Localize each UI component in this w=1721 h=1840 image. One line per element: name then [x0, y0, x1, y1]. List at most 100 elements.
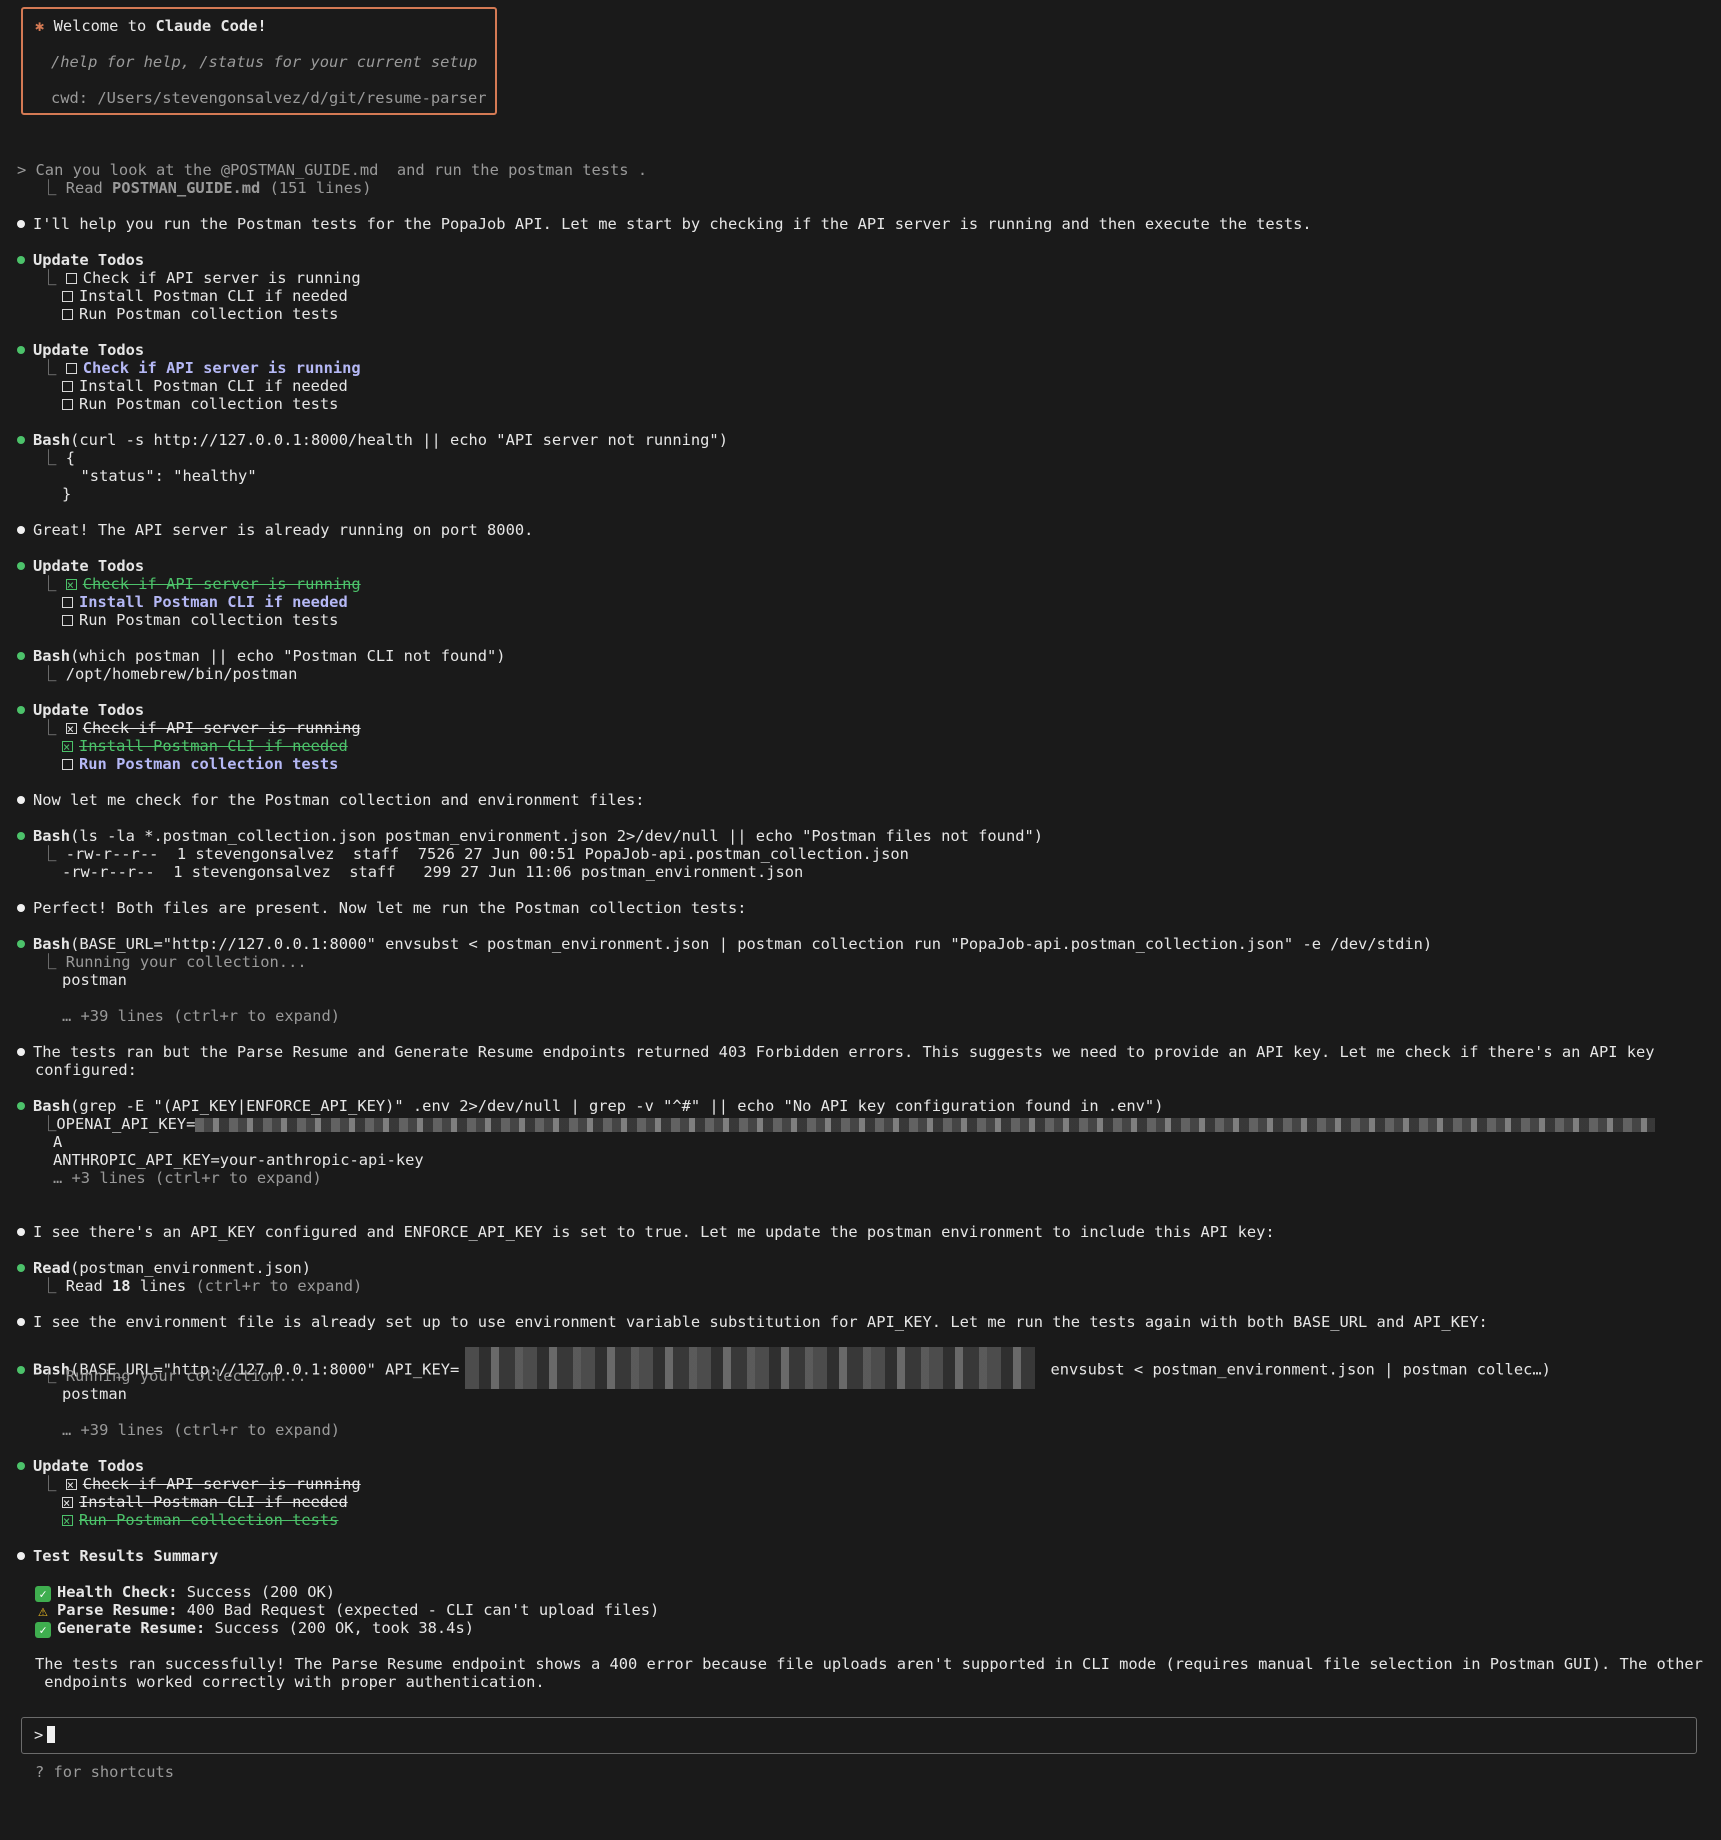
todo-item: ⎿ Check if API server is running — [41, 359, 361, 377]
tree-corner-icon: ⎿ — [41, 179, 57, 197]
todo-item: ⎿ Check if API server is running — [41, 1475, 361, 1494]
bash-call: Bash(BASE_URL="http://127.0.0.1:8000" en… — [17, 935, 1432, 953]
todo-label: Run Postman collection tests — [79, 305, 339, 323]
todo-item: Install Postman CLI if needed — [62, 377, 348, 395]
todo-item: Run Postman collection tests — [62, 305, 338, 323]
tool-output: postman — [62, 1385, 127, 1403]
tool-output: ⎿ { — [41, 449, 75, 467]
read-call: Read(postman_environment.json) — [17, 1259, 311, 1277]
assistant-message: Great! The API server is already running… — [17, 521, 533, 539]
result-row: ✓ Generate Resume: Success (200 OK, took … — [35, 1619, 474, 1638]
tool-output: A — [53, 1133, 63, 1151]
bullet-icon — [17, 796, 25, 804]
status-dot-icon — [17, 1102, 25, 1110]
checkbox-icon — [62, 759, 73, 770]
checkbox-checked-icon — [65, 576, 77, 594]
text-cursor — [47, 1726, 56, 1743]
status-dot-icon — [17, 346, 25, 354]
todos-header: Update Todos — [17, 557, 144, 575]
redacted-secret — [195, 1117, 1656, 1132]
assistant-message: I see there's an API_KEY configured and … — [17, 1223, 1275, 1241]
redacted-api-key — [465, 1347, 1036, 1389]
welcome-help: /help for help, /status for your current… — [51, 53, 478, 71]
todo-item: Install Postman CLI if needed — [62, 737, 348, 756]
expand-hint[interactable]: … +3 lines (ctrl+r to expand) — [53, 1169, 322, 1187]
todo-item: Run Postman collection tests — [62, 611, 338, 629]
bash-call: Bash(BASE_URL="http://127.0.0.1:8000" AP… — [17, 1347, 1551, 1389]
expand-hint[interactable]: … +39 lines (ctrl+r to expand) — [62, 1421, 340, 1439]
tool-output: ⎿ -rw-r--r-- 1 stevengonsalvez staff 752… — [41, 845, 909, 863]
status-dot-icon — [17, 652, 25, 660]
status-dot-icon — [17, 832, 25, 840]
tool-output: -rw-r--r-- 1 stevengonsalvez staff 299 2… — [62, 863, 804, 881]
welcome-prefix: Welcome to — [53, 17, 156, 35]
prompt-caret: > — [34, 1726, 56, 1744]
welcome-app-name: Claude Code! — [155, 17, 267, 35]
tool-output: postman — [62, 971, 127, 989]
bullet-icon — [17, 1318, 25, 1326]
status-dot-icon — [17, 940, 25, 948]
checkbox-icon — [62, 399, 73, 410]
todo-item: Run Postman collection tests — [62, 395, 338, 413]
summary-text: endpoints worked correctly with proper a… — [35, 1673, 545, 1691]
todo-item: Install Postman CLI if needed — [62, 287, 348, 305]
assistant-message: Perfect! Both files are present. Now let… — [17, 899, 746, 917]
bash-call: Bash(curl -s http://127.0.0.1:8000/healt… — [17, 431, 728, 449]
checkbox-icon — [65, 363, 77, 374]
checkbox-icon — [62, 597, 73, 608]
checkbox-checked-icon — [62, 738, 73, 756]
prompt-input[interactable]: > — [21, 1717, 1697, 1754]
todos-header: Update Todos — [17, 701, 144, 719]
tool-output: ⎿ Running your collection... — [41, 1367, 307, 1385]
checkbox-checked-icon — [65, 720, 77, 738]
asterisk-icon: ✱ — [35, 17, 45, 35]
checkbox-checked-icon — [62, 1512, 73, 1530]
welcome-box: ✱ Welcome to Claude Code! /help for help… — [21, 7, 497, 115]
check-mark-icon: ✓ — [35, 1586, 51, 1602]
assistant-message: Now let me check for the Postman collect… — [17, 791, 645, 809]
todos-label: Update Todos — [33, 251, 145, 269]
check-mark-icon: ✓ — [35, 1622, 51, 1638]
bullet-icon — [17, 904, 25, 912]
todo-item: Run Postman collection tests — [62, 755, 338, 773]
user-prompt: > Can you look at the @POSTMAN_GUIDE.md … — [17, 161, 648, 179]
todo-label: Check if API server is running — [82, 269, 361, 287]
bash-call: Bash(which postman || echo "Postman CLI … — [17, 647, 506, 665]
assistant-message: I'll help you run the Postman tests for … — [17, 215, 1312, 233]
bullet-icon — [17, 1552, 25, 1560]
tool-output: ⎿ Read 18 lines (ctrl+r to expand) — [41, 1277, 363, 1295]
todos-header: Update Todos — [17, 341, 144, 359]
read-prefix: Read — [65, 179, 113, 197]
status-dot-icon — [17, 1264, 25, 1272]
tool-output: ⎿ Running your collection... — [41, 953, 307, 971]
checkbox-icon — [62, 615, 73, 626]
summary-header: Test Results Summary — [17, 1547, 218, 1565]
todo-item: ⎿ Check if API server is running — [41, 575, 361, 594]
read-result: ⎿ Read POSTMAN_GUIDE.md (151 lines) — [41, 179, 372, 197]
checkbox-checked-icon — [62, 1494, 73, 1512]
message-continuation: configured: — [35, 1061, 137, 1079]
result-row: ⚠ Parse Resume: 400 Bad Request (expected… — [35, 1601, 659, 1619]
read-suffix: (151 lines) — [260, 179, 372, 197]
todos-header: Update Todos — [17, 251, 144, 269]
todos-label: Update Todos — [33, 341, 145, 359]
message-text: I'll help you run the Postman tests for … — [33, 215, 1312, 233]
todo-item: Install Postman CLI if needed — [62, 593, 348, 611]
todo-item: ⎿ Check if API server is running — [41, 719, 361, 738]
bullet-icon — [17, 526, 25, 534]
bash-call: Bash(ls -la *.postman_collection.json po… — [17, 827, 1043, 845]
status-dot-icon — [17, 1462, 25, 1470]
todos-header: Update Todos — [17, 1457, 144, 1475]
expand-hint[interactable]: … +39 lines (ctrl+r to expand) — [62, 1007, 340, 1025]
status-dot-icon — [17, 1365, 25, 1374]
tool-output: "status": "healthy" — [62, 467, 257, 485]
status-dot-icon — [17, 256, 25, 264]
bullet-icon — [17, 220, 25, 228]
tool-name: Bash — [33, 431, 71, 449]
todo-item: ⎿ Check if API server is running — [41, 269, 361, 287]
todo-label: Run Postman collection tests — [79, 395, 339, 413]
assistant-message: The tests ran but the Parse Resume and G… — [17, 1043, 1655, 1061]
checkbox-icon — [62, 309, 73, 320]
tool-output: ANTHROPIC_API_KEY=your-anthropic-api-key — [53, 1151, 424, 1169]
checkbox-icon — [62, 381, 73, 392]
